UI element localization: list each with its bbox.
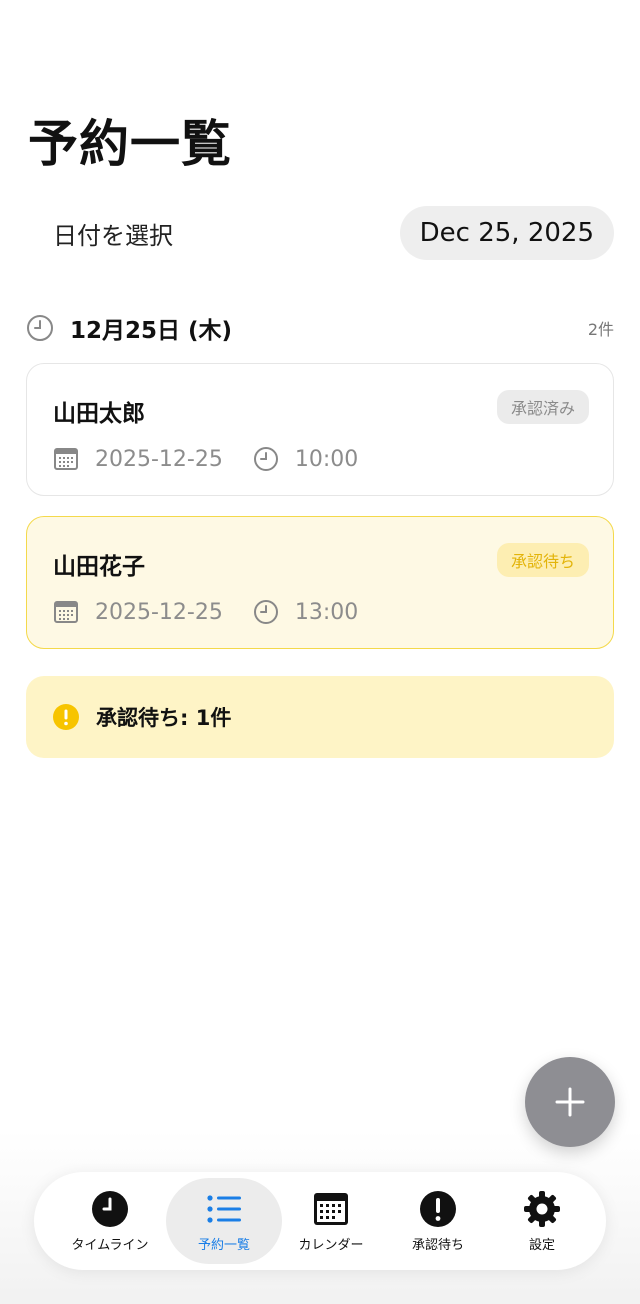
page-title: 予約一覧 [28,115,232,173]
reservation-time: 10:00 [294,446,359,472]
reservation-date: 2025-12-25 [95,599,223,625]
reservation-meta: 2025-12-25 13:00 [53,597,358,627]
plus-icon [555,1087,585,1117]
gear-icon [524,1190,560,1227]
calendar-icon [54,448,78,470]
tab-label: 承認待ち [411,1237,464,1253]
list-icon [207,1194,241,1223]
notice-text: 承認待ち: 1件 [96,706,232,730]
reservation-date: 2025-12-25 [95,446,223,472]
tab-pending[interactable]: 承認待ち [380,1178,496,1264]
tab-label: タイムライン [71,1237,149,1253]
clock-icon [27,315,53,341]
reservation-name: 山田太郎 [53,401,145,427]
tab-reservation-list[interactable]: 予約一覧 [166,1178,282,1264]
reservation-meta: 2025-12-25 10:00 [53,444,358,474]
date-picker-row: 日付を選択 Dec 25, 2025 [26,206,614,260]
section-header: 12月25日 (木) 2件 [26,312,614,344]
calendar-icon [54,601,78,623]
section-title: 12月25日 (木) [70,318,233,344]
tab-label: 予約一覧 [197,1237,250,1253]
tab-settings[interactable]: 設定 [484,1178,600,1264]
reservation-time: 13:00 [294,599,359,625]
status-badge: 承認待ち [496,543,589,577]
clock-icon [253,447,278,471]
date-picker-button[interactable]: Dec 25, 2025 [399,206,614,260]
section-count: 2件 [587,320,614,339]
reservation-name: 山田花子 [53,554,145,580]
pending-notice: 承認待ち: 1件 [26,676,614,758]
tab-label: 設定 [528,1237,555,1253]
exclamation-icon [53,704,79,730]
calendar-icon [314,1192,348,1225]
clock-icon [253,600,278,624]
tab-calendar[interactable]: カレンダー [273,1178,389,1264]
clock-icon [92,1190,128,1227]
status-badge: 承認済み [496,390,589,424]
tab-bar: タイムライン 予約一覧 カレンダー 承認待ち 設定 [34,1172,606,1270]
exclamation-icon [420,1190,456,1227]
reservation-card[interactable]: 山田太郎 承認済み 2025-12-25 10:00 [26,363,614,496]
tab-label: カレンダー [298,1237,364,1253]
date-picker-label: 日付を選択 [53,221,173,250]
tab-timeline[interactable]: タイムライン [52,1178,168,1264]
reservation-card[interactable]: 山田花子 承認待ち 2025-12-25 13:00 [26,516,614,649]
add-reservation-button[interactable] [525,1057,615,1147]
